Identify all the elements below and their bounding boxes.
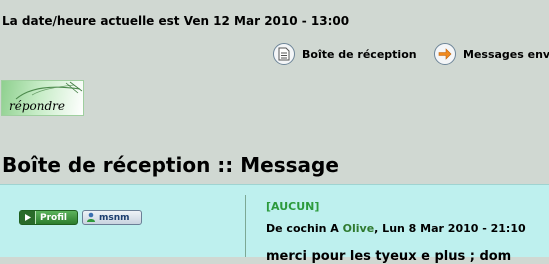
sent-messages-link[interactable]: Messages env xyxy=(434,41,549,67)
message-subject: [AUCUN] xyxy=(266,200,320,213)
inbox-document-icon xyxy=(273,43,295,65)
message-post: Profil msnm [AUCUN] De cochin A Olive, L… xyxy=(0,184,549,264)
message-body: merci pour les tyeux e plus ; dom xyxy=(266,249,512,264)
profile-button[interactable]: Profil xyxy=(19,210,78,225)
msnm-button-label: msnm xyxy=(99,212,130,223)
inbox-link-label: Boîte de réception xyxy=(302,47,417,61)
column-divider xyxy=(245,195,246,257)
recipient-link[interactable]: Olive xyxy=(343,222,375,235)
msnm-button[interactable]: msnm xyxy=(82,210,142,225)
profile-button-label: Profil xyxy=(40,212,67,223)
play-arrow-icon xyxy=(20,211,36,224)
sender-text: De cochin A xyxy=(266,222,339,235)
orange-arrow-icon xyxy=(434,43,456,65)
msn-person-icon xyxy=(86,212,96,223)
sent-messages-label: Messages env xyxy=(463,47,549,61)
reply-button-label: répondre xyxy=(9,99,65,113)
message-date: , Lun 8 Mar 2010 - 21:10 xyxy=(374,222,526,235)
page-title: Boîte de réception :: Message xyxy=(2,153,339,177)
inbox-link[interactable]: Boîte de réception xyxy=(273,41,417,67)
message-meta: De cochin A Olive, Lun 8 Mar 2010 - 21:1… xyxy=(266,222,526,235)
reply-button[interactable]: répondre xyxy=(1,80,84,116)
current-datetime: La date/heure actuelle est Ven 12 Mar 20… xyxy=(2,14,350,28)
